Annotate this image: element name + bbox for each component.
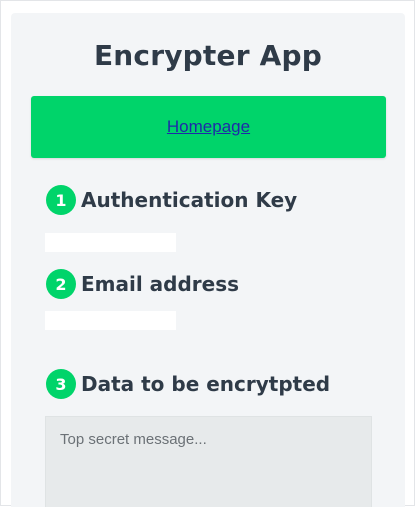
email-address-input[interactable] [45, 311, 176, 330]
step-number-badge: 3 [46, 369, 76, 399]
step-authentication-key: 1 Authentication Key [46, 185, 297, 215]
homepage-button[interactable]: Homepage [31, 96, 386, 158]
secret-message-textarea[interactable] [45, 416, 372, 507]
homepage-link[interactable]: Homepage [167, 117, 250, 137]
page-title: Encrypter App [93, 39, 323, 72]
email-address-label: Email address [81, 272, 240, 296]
app-window: Encrypter App Homepage 1 Authentication … [0, 0, 415, 507]
step-email-address: 2 Email address [46, 269, 239, 299]
authentication-key-label: Authentication Key [81, 188, 298, 212]
data-to-encrypt-label: Data to be encrytpted [81, 372, 331, 396]
step-number-badge: 2 [46, 269, 76, 299]
step-number-badge: 1 [46, 185, 76, 215]
step-data-to-encrypt: 3 Data to be encrytpted [46, 369, 330, 399]
main-panel: Encrypter App Homepage 1 Authentication … [11, 13, 405, 507]
authentication-key-input[interactable] [45, 233, 176, 252]
